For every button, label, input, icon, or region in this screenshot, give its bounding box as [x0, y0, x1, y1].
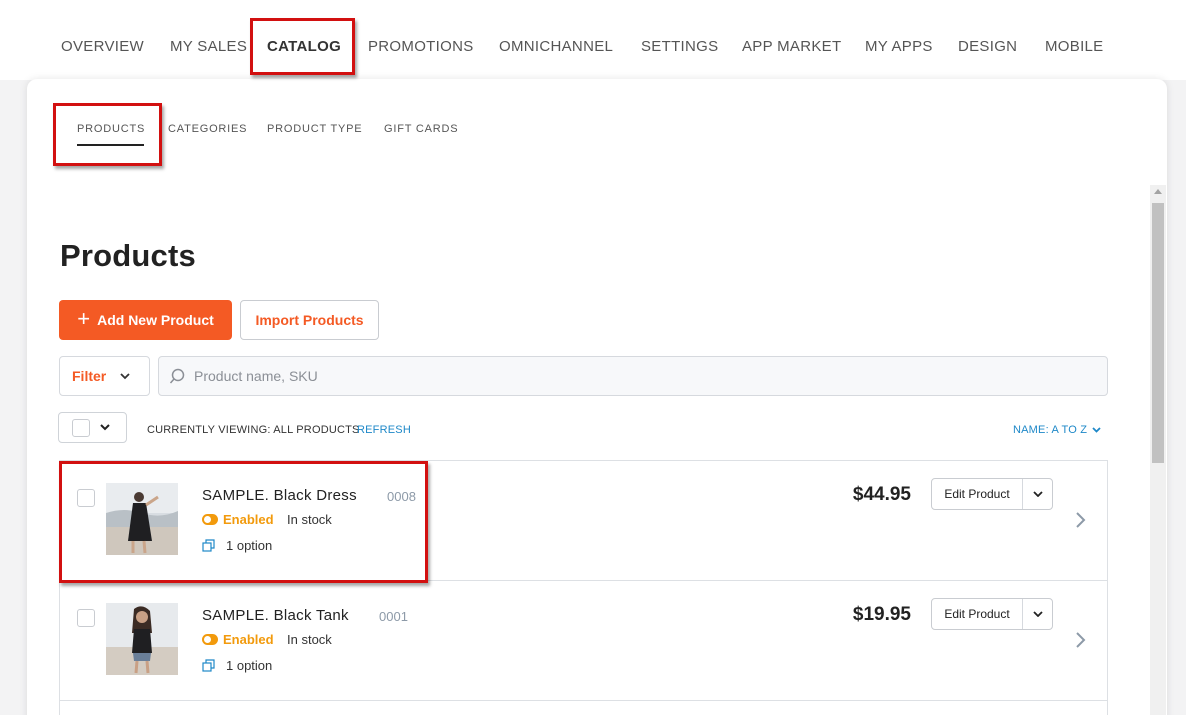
product-sku: 0008 — [387, 489, 416, 504]
chevron-down-icon — [1032, 611, 1043, 617]
edit-product-menu-button[interactable] — [1023, 479, 1052, 509]
top-navigation: OVERVIEW MY SALES CATALOG PROMOTIONS OMN… — [0, 0, 1186, 80]
product-row[interactable]: SAMPLE. Black Dress 0008 Enabled In stoc… — [60, 461, 1107, 581]
tab-categories[interactable]: CATEGORIES — [168, 123, 247, 135]
nav-overview[interactable]: OVERVIEW — [61, 38, 144, 55]
filter-label: Filter — [72, 368, 107, 384]
select-all-checkbox[interactable] — [72, 418, 90, 437]
search-icon — [169, 368, 185, 383]
nav-settings[interactable]: SETTINGS — [641, 38, 718, 55]
search-field[interactable] — [158, 356, 1108, 396]
plus-icon: + — [77, 306, 91, 331]
toggle-icon — [202, 634, 218, 645]
edit-product-split-button: Edit Product — [931, 598, 1053, 630]
sort-label: NAME: A TO Z — [1013, 424, 1088, 436]
refresh-link[interactable]: REFRESH — [357, 424, 411, 436]
product-row[interactable]: SAMPLE. Black Tank 0001 Enabled In stock… — [60, 581, 1107, 701]
chevron-down-icon — [100, 424, 110, 431]
currently-viewing-text: CURRENTLY VIEWING: ALL PRODUCTS — [147, 424, 360, 436]
scroll-up-arrow-icon[interactable] — [1154, 189, 1162, 194]
stock-status: In stock — [287, 512, 332, 527]
nav-mobile[interactable]: MOBILE — [1045, 38, 1103, 55]
product-checkbox[interactable] — [77, 609, 95, 627]
product-price: $19.95 — [852, 604, 911, 625]
edit-product-button[interactable]: Edit Product — [932, 479, 1023, 509]
product-checkbox[interactable] — [77, 489, 95, 507]
nav-app-market[interactable]: APP MARKET — [742, 38, 841, 55]
copy-icon — [202, 539, 215, 552]
options-count: 1 option — [226, 658, 273, 673]
edit-product-button[interactable]: Edit Product — [932, 599, 1023, 629]
status-label: Enabled — [223, 632, 274, 647]
toggle-icon — [202, 514, 218, 525]
edit-product-split-button: Edit Product — [931, 478, 1053, 510]
product-thumbnail-black-tank[interactable] — [106, 603, 178, 675]
product-price: $44.95 — [852, 484, 911, 505]
stock-status: In stock — [287, 632, 332, 647]
product-status[interactable]: Enabled — [202, 632, 274, 647]
product-sku: 0001 — [379, 609, 408, 624]
chevron-down-icon — [120, 372, 130, 379]
page-title: Products — [60, 238, 196, 273]
nav-my-apps[interactable]: MY APPS — [865, 38, 933, 55]
chevron-right-icon[interactable] — [1075, 511, 1087, 529]
product-status[interactable]: Enabled — [202, 512, 274, 527]
nav-promotions[interactable]: PROMOTIONS — [368, 38, 474, 55]
edit-product-menu-button[interactable] — [1023, 599, 1052, 629]
nav-catalog[interactable]: CATALOG — [267, 38, 341, 55]
search-input[interactable] — [194, 368, 1094, 384]
chevron-down-icon — [1032, 491, 1043, 497]
options-count: 1 option — [226, 538, 273, 553]
copy-icon — [202, 659, 215, 672]
tab-products[interactable]: PRODUCTS — [77, 123, 145, 135]
sort-dropdown[interactable]: NAME: A TO Z — [1013, 424, 1101, 436]
active-tab-indicator — [77, 144, 144, 146]
vertical-scrollbar[interactable] — [1150, 185, 1166, 715]
status-label: Enabled — [223, 512, 274, 527]
add-new-product-button[interactable]: + Add New Product — [59, 300, 232, 340]
chevron-down-icon — [1092, 427, 1101, 433]
nav-my-sales[interactable]: MY SALES — [170, 38, 247, 55]
import-products-button[interactable]: Import Products — [240, 300, 379, 340]
select-all-dropdown[interactable] — [58, 412, 127, 443]
add-new-product-label: Add New Product — [97, 312, 214, 328]
nav-design[interactable]: DESIGN — [958, 38, 1017, 55]
product-list: SAMPLE. Black Dress 0008 Enabled In stoc… — [59, 460, 1108, 715]
scrollbar-thumb[interactable] — [1152, 203, 1164, 463]
product-thumbnail-black-dress[interactable] — [106, 483, 178, 555]
product-name[interactable]: SAMPLE. Black Dress — [202, 487, 357, 504]
product-options: 1 option — [202, 538, 272, 553]
product-name[interactable]: SAMPLE. Black Tank — [202, 607, 349, 624]
product-options: 1 option — [202, 658, 272, 673]
product-row[interactable] — [60, 701, 1107, 715]
nav-omnichannel[interactable]: OMNICHANNEL — [499, 38, 613, 55]
filter-dropdown[interactable]: Filter — [59, 356, 150, 396]
chevron-right-icon[interactable] — [1075, 631, 1087, 649]
tab-gift-cards[interactable]: GIFT CARDS — [384, 123, 458, 135]
tab-product-type[interactable]: PRODUCT TYPE — [267, 123, 362, 135]
